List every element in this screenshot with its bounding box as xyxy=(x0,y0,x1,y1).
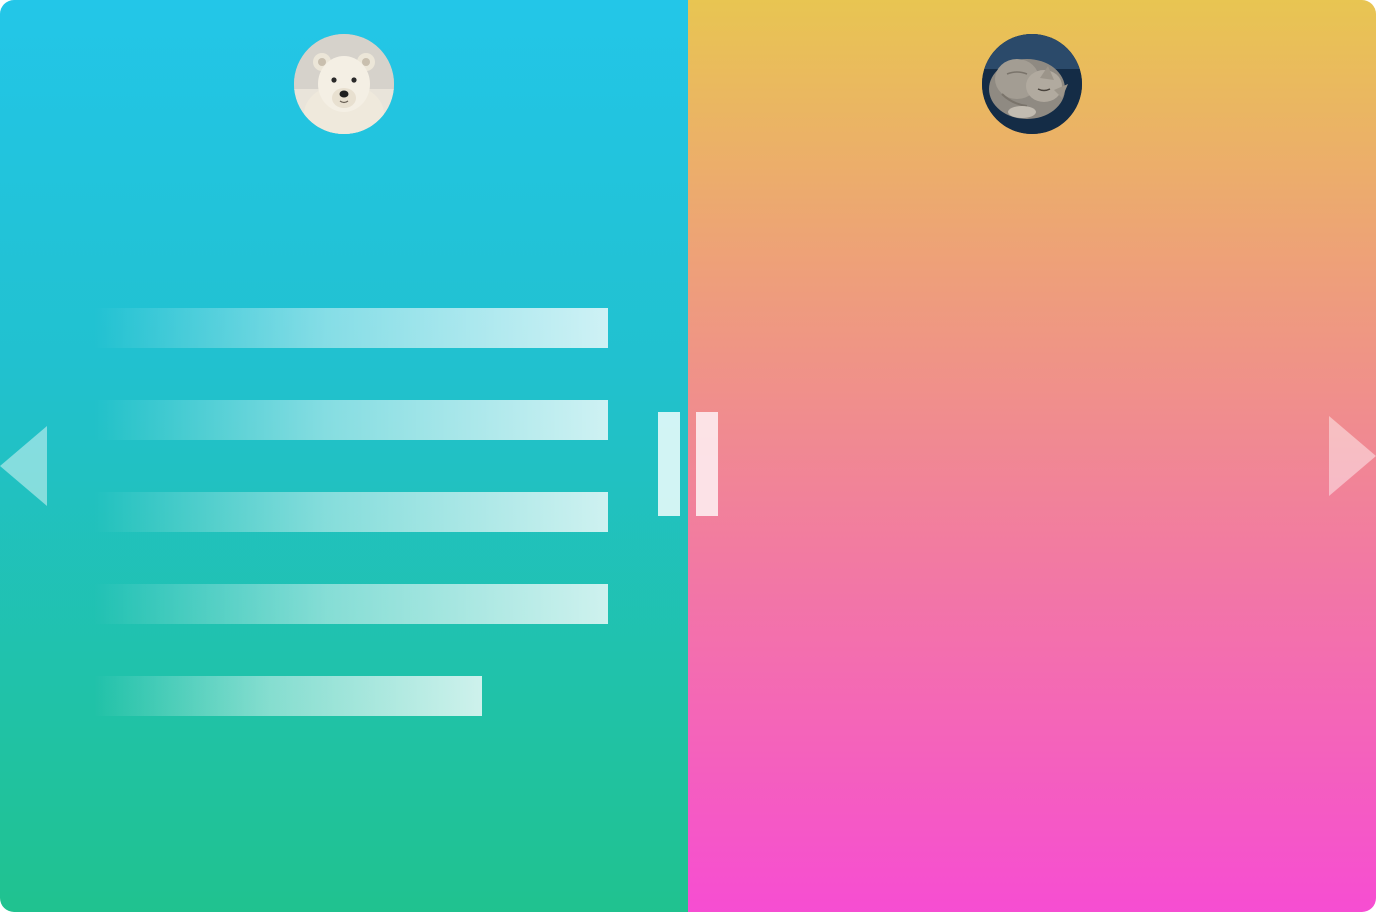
text-placeholder-line xyxy=(94,308,608,348)
right-panel xyxy=(688,0,1376,912)
text-placeholder-line xyxy=(94,400,608,440)
divider-handle-right[interactable] xyxy=(696,412,718,516)
polar-bear-icon xyxy=(294,34,394,134)
sleeping-cat-icon xyxy=(982,34,1082,134)
previous-arrow-icon[interactable] xyxy=(0,426,47,506)
comparison-slider xyxy=(0,0,1376,912)
text-placeholder-line xyxy=(94,584,608,624)
text-placeholder-line xyxy=(94,676,482,716)
cat-avatar xyxy=(982,34,1082,134)
divider-handle-left[interactable] xyxy=(658,412,680,516)
left-panel xyxy=(0,0,688,912)
polar-bear-avatar xyxy=(294,34,394,134)
next-arrow-icon[interactable] xyxy=(1329,416,1376,496)
text-placeholder-line xyxy=(94,492,608,532)
